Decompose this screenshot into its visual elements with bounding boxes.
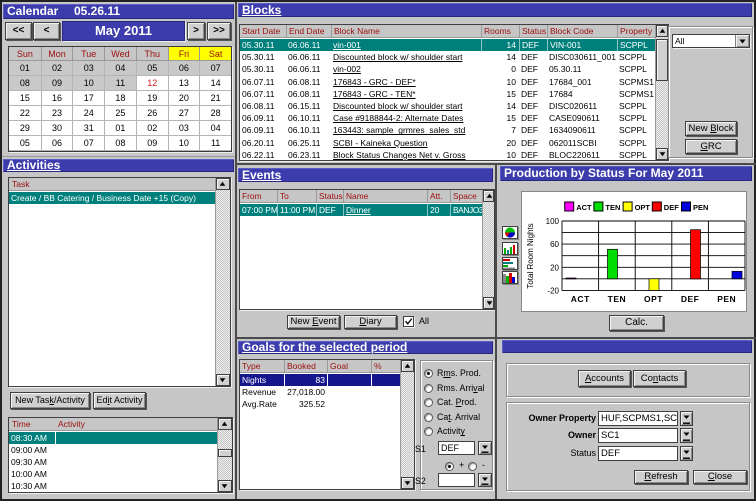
svg-text:TEN: TEN bbox=[605, 203, 620, 212]
svg-text:OPT: OPT bbox=[635, 203, 651, 212]
svg-text:-20: -20 bbox=[547, 286, 559, 295]
svg-text:ACT: ACT bbox=[571, 294, 590, 304]
svg-text:PEN: PEN bbox=[693, 203, 708, 212]
svg-text:DEF: DEF bbox=[681, 294, 700, 304]
svg-text:TEN: TEN bbox=[608, 294, 627, 304]
svg-text:60: 60 bbox=[550, 240, 559, 249]
svg-text:20: 20 bbox=[550, 263, 559, 272]
svg-text:OPT: OPT bbox=[644, 294, 663, 304]
svg-text:PEN: PEN bbox=[717, 294, 736, 304]
svg-text:100: 100 bbox=[546, 217, 560, 226]
svg-text:ACT: ACT bbox=[576, 203, 592, 212]
svg-text:DEF: DEF bbox=[664, 203, 679, 212]
svg-text:Total Room Nights: Total Room Nights bbox=[526, 223, 535, 288]
